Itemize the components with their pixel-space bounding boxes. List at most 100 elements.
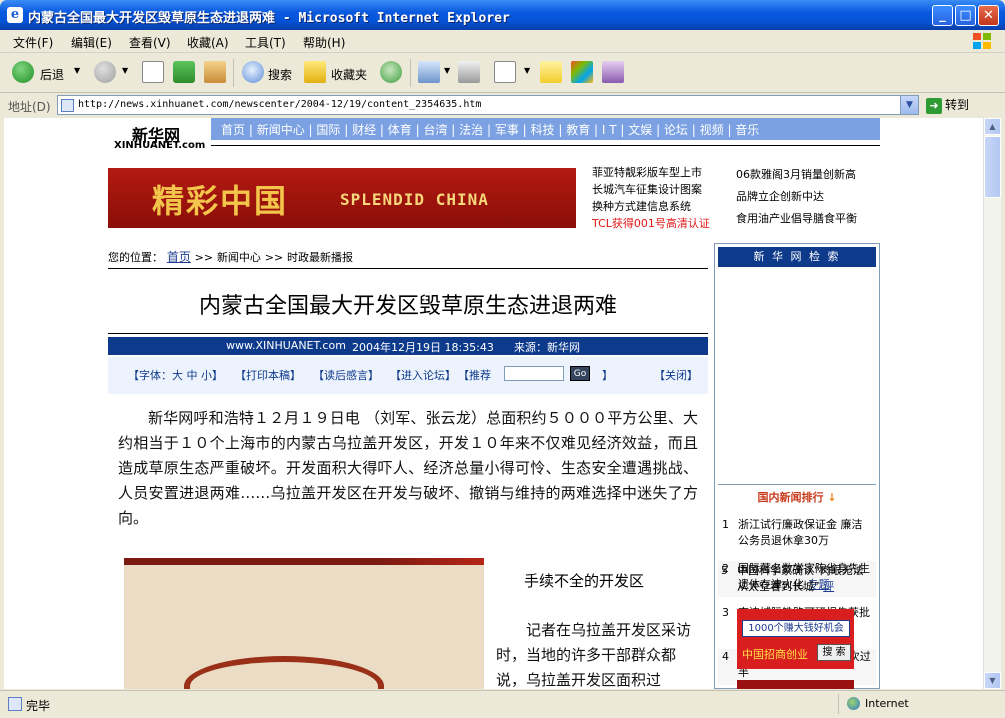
rank-number: 4 (722, 650, 729, 663)
minimize-button[interactable]: _ (932, 5, 953, 26)
photo-graphic (184, 656, 384, 689)
scroll-down-icon[interactable]: ▼ (984, 672, 1001, 689)
nav-item[interactable]: 国际 (316, 123, 340, 137)
breadcrumb-sep: >> (264, 251, 284, 264)
rank-item[interactable]: 5 中国科学家确认“肉眼无法从太空看到长城” 评 (717, 563, 875, 599)
address-dropdown-icon[interactable]: ▼ (900, 96, 918, 114)
scroll-up-icon[interactable]: ▲ (984, 118, 1001, 135)
refresh-icon[interactable] (173, 61, 195, 83)
recommend-label: 【推荐 (458, 369, 491, 382)
nav-item[interactable]: I T (602, 123, 617, 137)
menu-help[interactable]: 帮助(H) (303, 34, 345, 51)
nav-item[interactable]: 教育 (566, 123, 590, 137)
recommend-end: 】 (602, 369, 613, 382)
nav-item[interactable]: 军事 (495, 123, 519, 137)
favorites-button[interactable]: 收藏夹 (331, 66, 367, 83)
ad-link[interactable]: 换种方式建信息系统 (592, 198, 710, 215)
forward-icon[interactable] (94, 61, 116, 83)
menu-tools[interactable]: 工具(T) (245, 34, 286, 51)
print-link[interactable]: 【打印本稿】 (235, 367, 301, 383)
rank-text[interactable]: 京津城际铁路可研报告获批 两地半小时可通达 (738, 605, 873, 637)
nav-item[interactable]: 法治 (459, 123, 483, 137)
recommend-input[interactable] (504, 366, 564, 381)
go-button[interactable]: ➜ 转到 (926, 96, 969, 114)
edit-dropdown-icon[interactable]: ▼ (524, 66, 530, 75)
nav-item[interactable]: 体育 (388, 123, 412, 137)
nav-separator: | (518, 123, 531, 137)
discuss-icon[interactable] (540, 61, 562, 83)
edit-icon[interactable] (494, 61, 516, 83)
nav-item[interactable]: 新闻中心 (257, 123, 305, 137)
toolbar: 后退 ▼ ▼ 搜索 收藏夹 ▼ ▼ (0, 53, 1005, 93)
history-icon[interactable] (380, 61, 402, 83)
search-icon[interactable] (242, 61, 264, 83)
nav-item[interactable]: 视频 (700, 123, 724, 137)
nav-item[interactable]: 论坛 (664, 123, 688, 137)
search-button[interactable]: 搜索 (268, 66, 292, 83)
ie-icon: e (7, 7, 23, 23)
close-button[interactable]: ✕ (978, 5, 999, 26)
rank-text[interactable]: 浙江试行廉政保证金 廉洁公务员退休拿30万 (738, 517, 873, 549)
recommend-go-button[interactable]: Go (570, 366, 590, 381)
address-input[interactable]: http://news.xinhuanet.com/newscenter/200… (57, 95, 919, 115)
stop-icon[interactable] (142, 61, 164, 83)
nav-item[interactable]: 台湾 (423, 123, 447, 137)
rank-text-main[interactable]: 中国科学家确认“肉眼无法从太空看到长城” (737, 564, 864, 593)
ad-link[interactable]: 食用油产业倡导膳食平衡 (736, 208, 857, 230)
ad-link[interactable]: 长城汽车征集设计图案 (592, 181, 710, 198)
print-icon[interactable] (458, 61, 480, 83)
ad-link[interactable]: 菲亚特靓彩版车型上市 (592, 164, 710, 181)
vertical-scrollbar[interactable]: ▲ ▼ (983, 118, 1001, 689)
article-paragraph: 记者在乌拉盖开发区采访时，当地的许多干部群众都说，乌拉盖开发区面积过 (496, 621, 692, 689)
address-url[interactable]: http://news.xinhuanet.com/newscenter/200… (78, 99, 481, 110)
rank-text[interactable]: 中国科学家确认“肉眼无法从太空看到长城” 评 (737, 563, 872, 595)
forum-link[interactable]: 【进入论坛】 (390, 367, 456, 383)
comment-link[interactable]: 【读后感言】 (313, 367, 379, 383)
nav-item[interactable]: 音乐 (735, 123, 759, 137)
go-arrow-icon: ➜ (926, 97, 942, 114)
nav-item[interactable]: 首页 (221, 123, 245, 137)
rank-item[interactable]: 1 浙江试行廉政保证金 廉洁公务员退休拿30万 (718, 517, 876, 553)
maximize-button[interactable]: □ (955, 5, 976, 26)
back-icon[interactable] (12, 61, 34, 83)
back-dropdown-icon[interactable]: ▼ (74, 66, 80, 75)
page-done-icon (8, 697, 22, 711)
rank-comment-link[interactable]: 评 (823, 580, 834, 593)
forward-dropdown-icon[interactable]: ▼ (122, 66, 128, 75)
nav-item[interactable]: 文娱 (628, 123, 652, 137)
menu-favorites[interactable]: 收藏(A) (187, 34, 229, 51)
nav-item[interactable]: 财经 (352, 123, 376, 137)
article-paragraph: 新华网呼和浩特１２月１９日电 （刘军、张云龙）总面积约５０００平方公里、大约相当… (118, 409, 698, 527)
menu-edit[interactable]: 编辑(E) (71, 34, 112, 51)
menu-file[interactable]: 文件(F) (13, 34, 53, 51)
rank-item[interactable]: 4 台“立委”选举“泛蓝”席次过半 (718, 649, 876, 685)
rank-item[interactable]: 3 京津城际铁路可研报告获批 两地半小时可通达 (718, 605, 876, 641)
breadcrumb-current[interactable]: 时政最新播报 (287, 251, 353, 264)
site-logo-en[interactable]: XINHUANET.com (114, 140, 205, 151)
rank-text[interactable]: 台“立委”选举“泛蓝”席次过半 (738, 649, 873, 681)
meta-datetime: 2004年12月19日 18:35:43 (352, 341, 494, 354)
ad-link[interactable]: TCL获得001号高清认证 (592, 215, 710, 232)
mail-dropdown-icon[interactable]: ▼ (444, 66, 450, 75)
rank-number: 3 (722, 606, 729, 619)
nav-separator: | (590, 123, 602, 137)
close-article-link[interactable]: 【关闭】 (654, 367, 698, 383)
headline-divider (108, 333, 708, 334)
nav-item[interactable]: 科技 (531, 123, 555, 137)
menu-view[interactable]: 查看(V) (129, 34, 171, 51)
mail-icon[interactable] (418, 61, 440, 83)
breadcrumb-news-center[interactable]: 新闻中心 (217, 251, 261, 264)
nav-separator: | (340, 123, 353, 137)
breadcrumb-home[interactable]: 首页 (167, 250, 191, 264)
page-icon (61, 99, 74, 112)
home-icon[interactable] (204, 61, 226, 83)
back-button[interactable]: 后退 (40, 66, 64, 83)
splendid-china-banner[interactable]: 精彩中国 SPLENDID CHINA (108, 168, 576, 228)
scroll-thumb[interactable] (984, 136, 1001, 198)
messenger-icon[interactable] (571, 61, 593, 83)
font-size-control[interactable]: 【字体：大 中 小】 (128, 367, 223, 383)
ad-link[interactable]: 06款雅阁3月销量创新高 (736, 164, 857, 186)
research-icon[interactable] (602, 61, 624, 83)
ad-link[interactable]: 品牌立企创新中达 (736, 186, 857, 208)
favorites-icon[interactable] (304, 61, 326, 83)
